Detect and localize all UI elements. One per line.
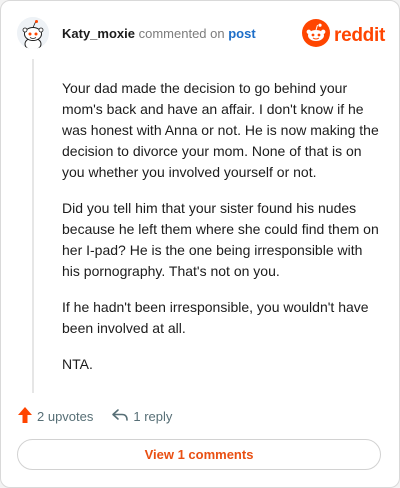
reply-button[interactable]: 1 reply bbox=[111, 407, 172, 426]
thread-line[interactable] bbox=[32, 59, 34, 393]
comment-actions: 2 upvotes 1 reply bbox=[17, 404, 172, 428]
post-link[interactable]: post bbox=[228, 26, 255, 41]
username-link[interactable]: Katy_moxie bbox=[62, 26, 135, 41]
comment-header: Katy_moxie commented on post reddit bbox=[1, 1, 399, 57]
upvotes-count: 2 upvotes bbox=[37, 408, 94, 424]
upvote-arrow-icon bbox=[17, 406, 33, 427]
upvote-button[interactable]: 2 upvotes bbox=[17, 406, 93, 427]
reddit-wordmark: reddit bbox=[334, 24, 385, 46]
comment-meta: Katy_moxie commented on post bbox=[62, 26, 256, 42]
comment-card: Katy_moxie commented on post reddit Your… bbox=[0, 0, 400, 488]
comment-paragraph: Did you tell him that your sister found … bbox=[62, 200, 379, 279]
reddit-logo-icon bbox=[302, 19, 331, 52]
reddit-logo[interactable]: reddit bbox=[302, 19, 385, 52]
reply-count: 1 reply bbox=[133, 408, 173, 424]
comment-body: Your dad made the decision to go behind … bbox=[62, 78, 380, 390]
comment-paragraph: NTA. bbox=[62, 356, 93, 372]
view-comments-button[interactable]: View 1 comments bbox=[17, 439, 381, 470]
comment-paragraph: If he hadn't been irresponsible, you wou… bbox=[62, 299, 369, 336]
snoo-avatar-icon[interactable] bbox=[17, 17, 49, 49]
reply-arrow-icon bbox=[111, 407, 129, 426]
comment-paragraph: Your dad made the decision to go behind … bbox=[62, 80, 379, 180]
commented-on-text: commented on bbox=[138, 26, 225, 41]
